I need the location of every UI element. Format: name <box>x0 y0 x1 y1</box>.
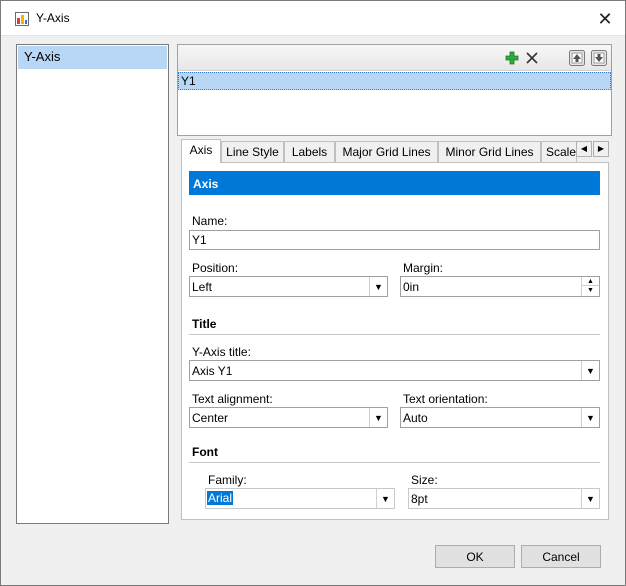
font-family-label: Family: <box>208 473 247 487</box>
spin-down-icon[interactable]: ▼ <box>582 286 599 295</box>
cancel-button[interactable]: Cancel <box>521 545 601 568</box>
tab-scroll-left-button[interactable]: ◀ <box>576 141 592 157</box>
chevron-down-icon[interactable]: ▼ <box>369 277 387 296</box>
y-axis-dialog: Y-Axis ✕ Y-Axis Y1 Axis Line Style Label… <box>0 0 626 586</box>
move-up-icon[interactable] <box>569 50 585 66</box>
position-select[interactable]: Left ▼ <box>189 276 388 297</box>
delete-icon[interactable] <box>524 50 540 66</box>
text-orientation-select[interactable]: Auto ▼ <box>400 407 600 428</box>
series-toolbar <box>178 45 611 71</box>
font-group-divider <box>189 462 600 463</box>
axis-title-value: Axis Y1 <box>192 364 233 378</box>
chevron-down-icon[interactable]: ▼ <box>581 361 599 380</box>
position-value: Left <box>192 280 213 294</box>
margin-label: Margin: <box>403 261 444 275</box>
axis-section-header: Axis <box>189 171 600 195</box>
text-orientation-value: Auto <box>403 411 428 425</box>
axis-title-select[interactable]: Axis Y1 ▼ <box>189 360 600 381</box>
title-group-heading: Title <box>192 317 217 331</box>
tab-strip: Axis Line Style Labels Major Grid Lines … <box>181 139 613 163</box>
name-label: Name: <box>192 214 228 228</box>
font-size-select[interactable]: 8pt ▼ <box>408 488 600 509</box>
font-group-heading: Font <box>192 445 218 459</box>
chevron-down-icon[interactable]: ▼ <box>376 489 394 508</box>
close-button[interactable]: ✕ <box>591 7 619 31</box>
chevron-down-icon[interactable]: ▼ <box>369 408 387 427</box>
category-list[interactable]: Y-Axis <box>16 44 169 524</box>
tab-labels[interactable]: Labels <box>284 141 335 162</box>
series-item-y1[interactable]: Y1 <box>178 72 611 90</box>
tab-minor-grid-lines[interactable]: Minor Grid Lines <box>438 141 541 162</box>
tab-scale[interactable]: Scale <box>541 141 577 162</box>
font-size-value: 8pt <box>411 492 428 506</box>
text-alignment-label: Text alignment: <box>192 392 273 406</box>
chart-app-icon <box>15 12 29 26</box>
axis-title-label: Y-Axis title: <box>192 345 251 359</box>
position-label: Position: <box>192 261 239 275</box>
font-family-value: Arial <box>207 491 234 505</box>
tab-line-style[interactable]: Line Style <box>221 141 284 162</box>
text-alignment-value: Center <box>192 411 229 425</box>
font-family-value-wrap: Arial <box>207 491 234 505</box>
category-item-y-axis[interactable]: Y-Axis <box>18 46 167 69</box>
axis-tab-page <box>181 162 609 520</box>
title-bar: Y-Axis ✕ <box>1 1 625 36</box>
axis-series-list: Y1 <box>177 44 612 136</box>
margin-value: 0in <box>403 280 420 294</box>
margin-stepper[interactable]: 0in ▲ ▼ <box>400 276 600 297</box>
font-family-select[interactable]: Arial ▼ <box>205 488 395 509</box>
tab-major-grid-lines[interactable]: Major Grid Lines <box>335 141 438 162</box>
chevron-down-icon[interactable]: ▼ <box>581 408 599 427</box>
font-size-label: Size: <box>411 473 438 487</box>
window-title: Y-Axis <box>36 11 70 25</box>
tab-scroll-right-button[interactable]: ▶ <box>593 141 609 157</box>
ok-button[interactable]: OK <box>435 545 515 568</box>
title-group-divider <box>189 334 600 335</box>
add-icon[interactable] <box>504 50 520 66</box>
text-orientation-label: Text orientation: <box>403 392 488 406</box>
name-input[interactable]: Y1 <box>189 230 600 250</box>
margin-spin-buttons[interactable]: ▲ ▼ <box>581 277 599 296</box>
move-down-icon[interactable] <box>591 50 607 66</box>
tab-axis[interactable]: Axis <box>181 139 221 163</box>
spin-up-icon[interactable]: ▲ <box>582 277 599 286</box>
text-alignment-select[interactable]: Center ▼ <box>189 407 388 428</box>
chevron-down-icon[interactable]: ▼ <box>581 489 599 508</box>
